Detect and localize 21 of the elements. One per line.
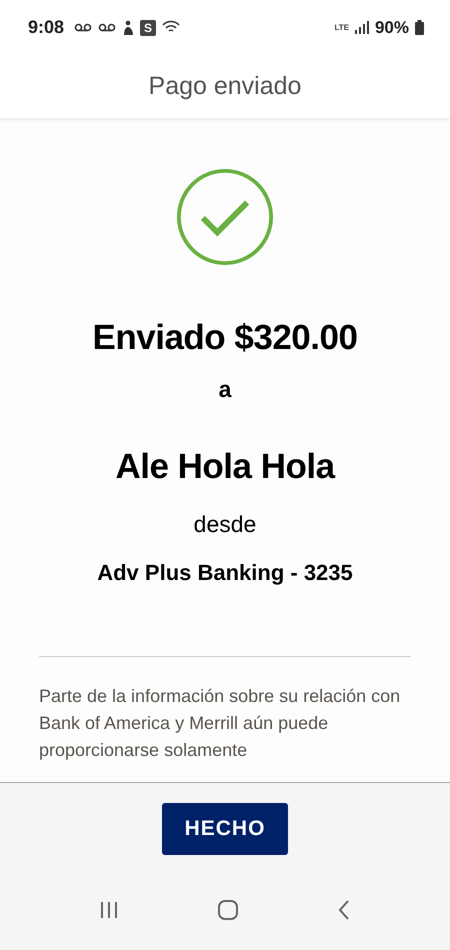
from-label: desde (194, 511, 256, 538)
page-title: Pago enviado (148, 72, 302, 101)
app-badge: S (140, 20, 156, 36)
to-label: a (218, 376, 232, 403)
done-button[interactable]: HECHO (162, 803, 288, 855)
amount-text: Enviado $320.00 (92, 318, 358, 358)
voicemail-icon (74, 23, 92, 32)
recipient-name: Ale Hola Hola (115, 447, 335, 487)
back-icon[interactable] (338, 900, 350, 920)
battery-icon (415, 20, 424, 35)
home-icon[interactable] (218, 900, 238, 920)
disclaimer-text: Parte de la información sobre su relación con Bank of America y Merrill aún puede proporcionarse solamente (39, 685, 402, 762)
network-label: LTE (334, 24, 349, 32)
checkmark-icon (174, 168, 276, 266)
status-time: 9:08 (28, 17, 64, 38)
recent-apps-icon[interactable] (100, 901, 118, 919)
signal-icon (354, 21, 369, 34)
voicemail-icon (98, 23, 116, 32)
battery-percent: 90% (374, 18, 409, 38)
figure-icon (122, 20, 134, 36)
account-name: Adv Plus Banking - 3235 (97, 560, 353, 586)
